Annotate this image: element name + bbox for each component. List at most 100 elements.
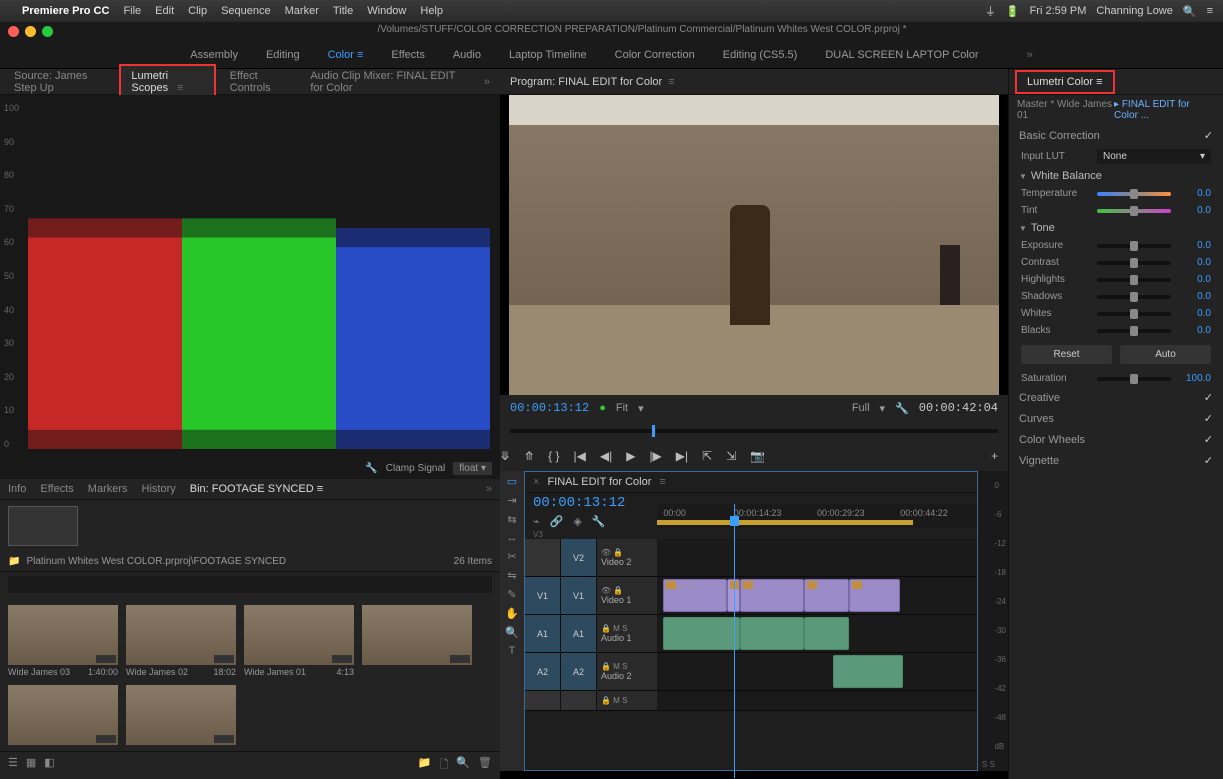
settings-icon[interactable]: 🔧 [592, 515, 606, 528]
shadows-slider[interactable] [1097, 295, 1171, 299]
clip-item[interactable] [126, 685, 236, 747]
tab-history[interactable]: History [142, 483, 176, 495]
mark-in-icon[interactable]: ⤋ [500, 449, 510, 463]
menu-window[interactable]: Window [367, 5, 406, 17]
freeform-view-icon[interactable]: ◧ [44, 756, 54, 775]
icon-view-icon[interactable]: ▦ [26, 756, 36, 775]
rate-stretch-icon[interactable]: ↔ [507, 532, 518, 544]
bin-search-input[interactable] [8, 576, 492, 593]
track-a2[interactable]: A2A2🔒 M SAudio 2 [525, 653, 977, 691]
find-icon[interactable]: 🔍 [456, 756, 470, 775]
menu-icon[interactable]: ≡ [1207, 5, 1213, 17]
ws-cs55[interactable]: Editing (CS5.5) [723, 49, 798, 61]
button-editor-icon[interactable]: + [991, 449, 998, 463]
timeline-ruler[interactable]: 00:00 00:00:14:23 00:00:29:23 00:00:44:2… [657, 504, 977, 528]
clip-item[interactable]: Wide James 031:40:00 [8, 605, 118, 677]
app-name[interactable]: Premiere Pro CC [22, 5, 109, 17]
ws-laptop[interactable]: Laptop Timeline [509, 49, 587, 61]
clip-item[interactable] [362, 605, 472, 677]
clamp-signal-toggle[interactable]: Clamp Signal [386, 463, 445, 474]
wifi-icon[interactable]: ⏚ [985, 3, 996, 19]
menubar-user[interactable]: Channing Lowe [1096, 5, 1172, 17]
mark-clip-icon[interactable]: { } [548, 449, 559, 463]
ws-audio[interactable]: Audio [453, 49, 481, 61]
snap-icon[interactable]: ⌁ [533, 515, 540, 528]
ws-dual[interactable]: DUAL SCREEN LAPTOP Color [825, 49, 978, 61]
menubar-time[interactable]: Fri 2:59 PM [1030, 5, 1087, 17]
tab-lumetri-color[interactable]: Lumetri Color ≡ [1015, 70, 1115, 94]
slip-tool-icon[interactable]: ⇋ [507, 569, 516, 582]
razor-tool-icon[interactable]: ✂ [507, 550, 516, 563]
program-scrubber[interactable] [500, 421, 1008, 441]
type-tool-icon[interactable]: T [509, 645, 516, 657]
timeline-tc[interactable]: 00:00:13:12 [525, 493, 657, 513]
section-basic-correction[interactable]: Basic Correction✓ [1009, 125, 1223, 146]
exposure-slider[interactable] [1097, 244, 1171, 248]
tab-effects[interactable]: Effects [40, 483, 73, 495]
ws-cc[interactable]: Color Correction [615, 49, 695, 61]
tab-markers[interactable]: Markers [88, 483, 128, 495]
program-monitor[interactable] [500, 95, 1008, 395]
program-tc-out[interactable]: 00:00:42:04 [919, 401, 998, 415]
menu-marker[interactable]: Marker [285, 5, 319, 17]
clip-item[interactable] [8, 685, 118, 747]
tab-effect-controls[interactable]: Effect Controls [220, 66, 297, 98]
settings-icon[interactable]: 🔧 [895, 402, 909, 415]
section-creative[interactable]: Creative✓ [1009, 387, 1223, 408]
go-in-icon[interactable]: |◀ [573, 449, 585, 463]
section-vignette[interactable]: Vignette✓ [1009, 450, 1223, 471]
ripple-edit-icon[interactable]: ⇆ [507, 513, 516, 526]
ws-assembly[interactable]: Assembly [190, 49, 238, 61]
menu-sequence[interactable]: Sequence [221, 5, 271, 17]
selection-tool-icon[interactable]: ▭ [507, 475, 517, 488]
menu-edit[interactable]: Edit [155, 5, 174, 17]
new-bin-icon[interactable]: 📁 [418, 756, 432, 775]
zoom-dropdown[interactable]: ▾ [638, 402, 644, 415]
clip-item[interactable]: Wide James 0218:02 [126, 605, 236, 677]
reset-button[interactable]: Reset [1021, 345, 1112, 364]
trash-icon[interactable]: 🗑 [478, 756, 492, 775]
track-select-icon[interactable]: ⇥ [507, 494, 516, 507]
tab-bin[interactable]: Bin: FOOTAGE SYNCED ≡ [190, 483, 323, 495]
minimize-window[interactable] [25, 26, 36, 37]
white-balance-header[interactable]: White Balance [1009, 167, 1223, 185]
export-frame-icon[interactable]: 📷 [750, 449, 765, 463]
step-fwd-icon[interactable]: |▶ [649, 449, 661, 463]
track-a3[interactable]: 🔒 M S [525, 691, 977, 711]
battery-icon[interactable]: 🔋 [1006, 5, 1020, 18]
tab-audio-mixer[interactable]: Audio Clip Mixer: FINAL EDIT for Color [300, 66, 470, 98]
saturation-slider[interactable] [1097, 377, 1171, 381]
track-v2[interactable]: V2👁 🔒Video 2 [525, 539, 977, 577]
close-window[interactable] [8, 26, 19, 37]
timeline-playhead[interactable] [734, 504, 735, 778]
spotlight-icon[interactable]: 🔍 [1183, 5, 1197, 18]
mark-out-icon[interactable]: ⤊ [524, 449, 534, 463]
input-lut-dropdown[interactable]: None▾ [1097, 149, 1211, 164]
tab-source[interactable]: Source: James Step Up [4, 66, 115, 98]
temperature-slider[interactable] [1097, 192, 1171, 196]
contrast-slider[interactable] [1097, 261, 1171, 265]
folder-icon[interactable]: 📁 [8, 556, 20, 567]
section-color-wheels[interactable]: Color Wheels✓ [1009, 429, 1223, 450]
ws-editing[interactable]: Editing [266, 49, 300, 61]
section-curves[interactable]: Curves✓ [1009, 408, 1223, 429]
bin-grid[interactable]: Wide James 031:40:00 Wide James 0218:02 … [0, 597, 500, 751]
clip-item[interactable]: Wide James 014:13 [244, 605, 354, 677]
track-a1[interactable]: A1A1🔒 M SAudio 1 [525, 615, 977, 653]
tone-header[interactable]: Tone [1009, 219, 1223, 237]
pen-tool-icon[interactable]: ✎ [507, 588, 516, 601]
auto-button[interactable]: Auto [1120, 345, 1211, 364]
temperature-value[interactable]: 0.0 [1177, 188, 1211, 199]
project-overflow[interactable]: » [486, 483, 492, 495]
go-out-icon[interactable]: ▶| [676, 449, 688, 463]
highlights-slider[interactable] [1097, 278, 1171, 282]
ws-color[interactable]: Color ≡ [328, 49, 364, 61]
marker-icon[interactable]: ◈ [573, 515, 581, 528]
window-controls[interactable] [0, 22, 61, 41]
new-item-icon[interactable]: 🗋 [439, 756, 448, 775]
float-dropdown[interactable]: float ▾ [453, 462, 492, 475]
whites-slider[interactable] [1097, 312, 1171, 316]
menu-clip[interactable]: Clip [188, 5, 207, 17]
sequence-name[interactable]: FINAL EDIT for Color [547, 476, 651, 488]
blacks-slider[interactable] [1097, 329, 1171, 333]
